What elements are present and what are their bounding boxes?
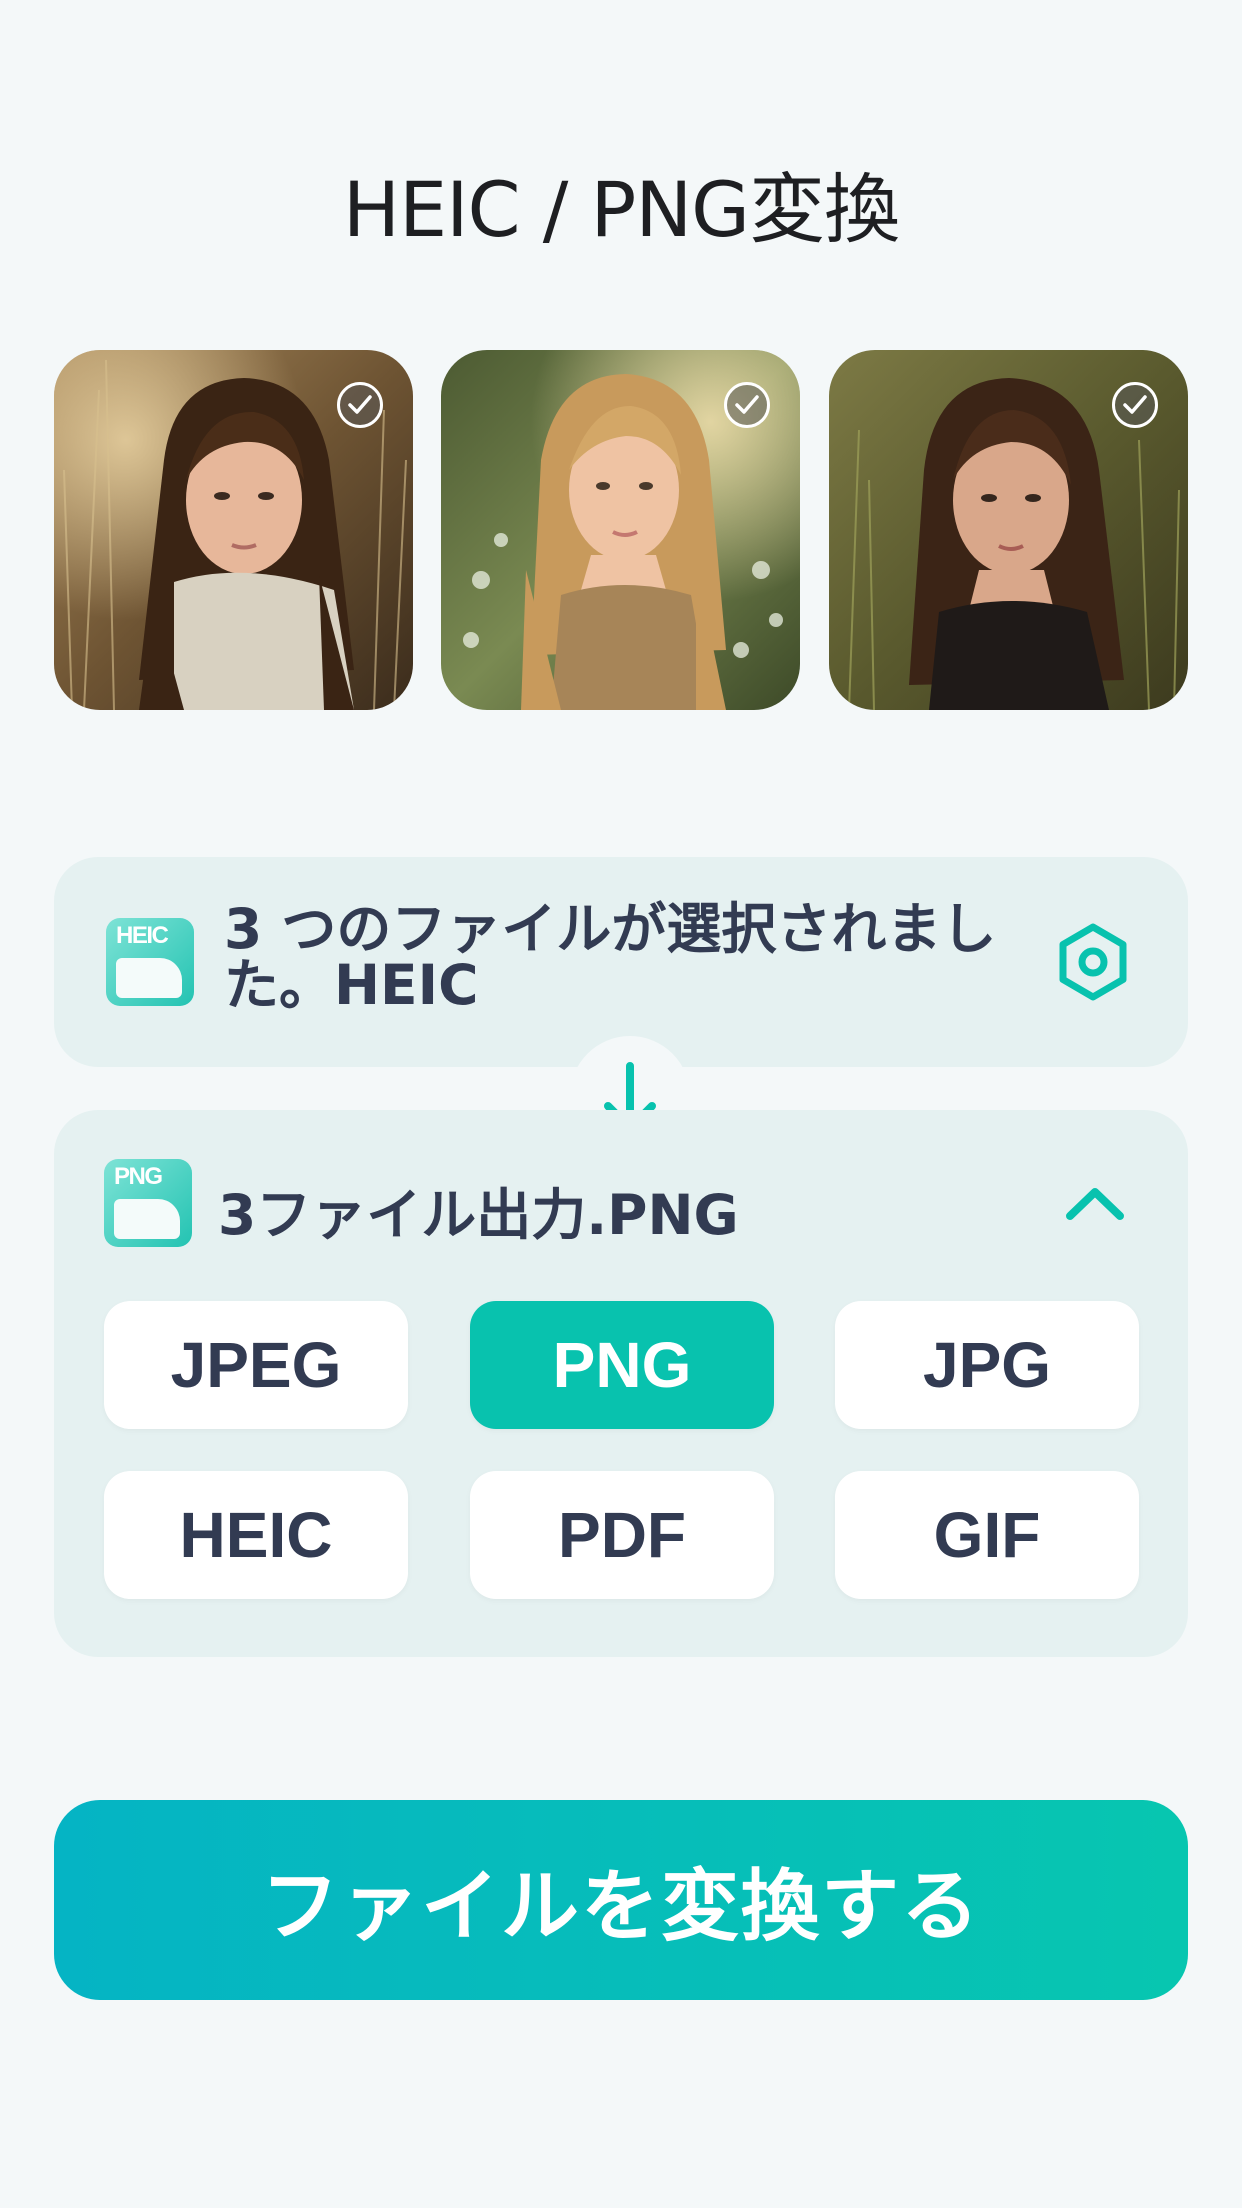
settings-hexagon-icon[interactable]: [1052, 921, 1134, 1003]
photo-thumbnail-1[interactable]: [54, 350, 413, 710]
png-file-icon: PNG: [104, 1159, 192, 1247]
output-format-card: PNG 3ファイル出力.PNG JPEG PNG JPG HEIC PDF GI…: [54, 1110, 1188, 1657]
source-files-card: HEIC 3 つのファイルが選択されました。HEIC: [54, 857, 1188, 1067]
page-title: HEIC / PNG変換: [342, 165, 900, 254]
format-option-png[interactable]: PNG: [470, 1301, 774, 1429]
selected-check-icon: [724, 382, 770, 428]
source-files-text: 3 つのファイルが選択されました。HEIC: [224, 897, 997, 1017]
photo-grid: [54, 350, 1188, 710]
format-option-heic[interactable]: HEIC: [104, 1471, 408, 1599]
photo-thumbnail-2[interactable]: [441, 350, 800, 710]
chevron-up-icon[interactable]: [1064, 1184, 1126, 1222]
heic-file-icon: HEIC: [106, 918, 194, 1006]
photo-thumbnail-3[interactable]: [829, 350, 1188, 710]
format-option-gif[interactable]: GIF: [835, 1471, 1139, 1599]
format-option-jpeg[interactable]: JPEG: [104, 1301, 408, 1429]
convert-files-button[interactable]: ファイルを変換する: [54, 1800, 1188, 2000]
output-summary-text: 3ファイル出力.PNG: [218, 1183, 739, 1247]
selected-check-icon: [1112, 382, 1158, 428]
selected-check-icon: [337, 382, 383, 428]
format-option-pdf[interactable]: PDF: [470, 1471, 774, 1599]
format-option-jpg[interactable]: JPG: [835, 1301, 1139, 1429]
